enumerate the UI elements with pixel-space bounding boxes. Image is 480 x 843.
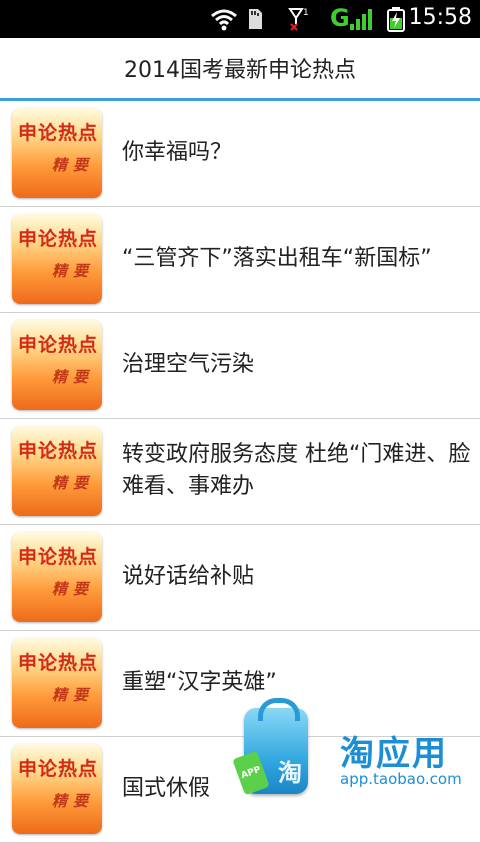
thumbnail-subtitle: 精要 [51, 262, 94, 280]
thumbnail-image: 申论热点 精要 [12, 108, 102, 198]
thumbnail-title: 申论热点 [18, 122, 99, 144]
list-item[interactable]: 申论热点 精要 “三管齐下”落实出租车“新国标” [0, 207, 480, 313]
shopping-bag-icon: APP 淘 [232, 698, 308, 796]
thumbnail-title: 申论热点 [18, 440, 99, 462]
thumbnail-image: 申论热点 精要 [12, 214, 102, 304]
no-signal-icon: 1 [288, 8, 309, 31]
taobao-badge-url: app.taobao.com [340, 770, 462, 788]
battery-charging-icon [387, 7, 405, 32]
thumbnail-image: 申论热点 精要 [12, 532, 102, 622]
thumbnail-title: 申论热点 [18, 758, 99, 780]
network-type-label: G [330, 4, 350, 32]
wifi-icon [211, 9, 237, 31]
thumbnail-subtitle: 精要 [51, 580, 94, 598]
thumbnail-image: 申论热点 精要 [12, 638, 102, 728]
thumbnail-subtitle: 精要 [51, 474, 94, 492]
taobao-glyph: 淘 [278, 759, 302, 787]
title-bar: 2014国考最新申论热点 [0, 38, 480, 101]
list-item[interactable]: 申论热点 精要 治理空气污染 [0, 313, 480, 419]
thumbnail-title: 申论热点 [18, 652, 99, 674]
thumbnail-subtitle: 精要 [51, 686, 94, 704]
thumbnail-image: 申论热点 精要 [12, 426, 102, 516]
thumbnail-title: 申论热点 [18, 334, 99, 356]
list-item[interactable]: 申论热点 精要 说好话给补贴 [0, 525, 480, 631]
thumbnail-title: 申论热点 [18, 228, 99, 250]
thumbnail-subtitle: 精要 [51, 792, 94, 810]
list-item-title: 说好话给补贴 [122, 564, 255, 589]
list-item-title: 转变政府服务态度 杜绝“门难进、脸难看、事难办 [122, 442, 471, 499]
status-time: 15:58 [408, 5, 472, 30]
thumbnail-subtitle: 精要 [51, 368, 94, 386]
taobao-badge-name: 淘应用 [340, 734, 448, 774]
thumbnail-image: 申论热点 精要 [12, 320, 102, 410]
sd-card-icon [249, 9, 262, 29]
list-item[interactable]: 申论热点 精要 转变政府服务态度 杜绝“门难进、脸难看、事难办 [0, 419, 480, 525]
3g-signal-icon: G [330, 4, 376, 32]
thumbnail-image: 申论热点 精要 [12, 744, 102, 834]
thumbnail-title: 申论热点 [18, 546, 99, 568]
list-item[interactable]: 申论热点 精要 你幸福吗？ [0, 101, 480, 207]
list-item-title: 治理空气污染 [122, 352, 255, 377]
status-bar: 1 G 15:58 [0, 0, 480, 38]
svg-text:1: 1 [303, 8, 309, 18]
list-item-title: 你幸福吗？ [122, 140, 233, 165]
list-item-title: “三管齐下”落实出租车“新国标” [122, 246, 432, 271]
thumbnail-subtitle: 精要 [51, 156, 94, 174]
page-title: 2014国考最新申论热点 [124, 58, 356, 83]
taobao-app-badge[interactable]: APP 淘 淘应用 app.taobao.com [232, 698, 480, 800]
